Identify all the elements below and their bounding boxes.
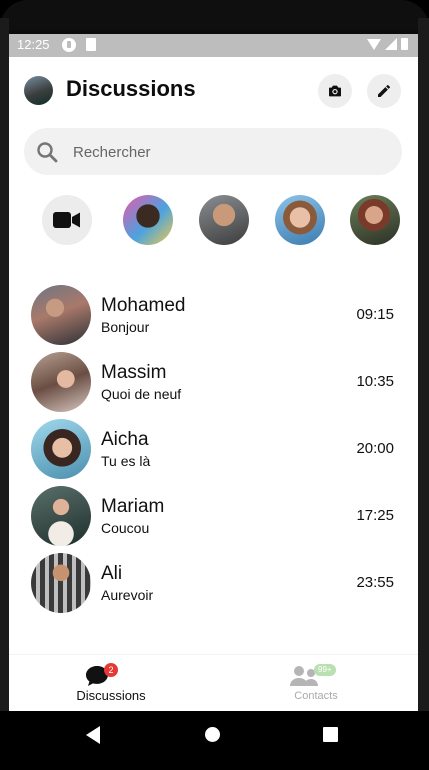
message-time: 17:25 [356, 507, 394, 524]
tab-label: Discussions [76, 688, 146, 703]
back-icon[interactable] [86, 726, 100, 744]
conversation-row[interactable]: Ali Aurevoir 23:55 [9, 550, 418, 614]
home-icon[interactable] [205, 727, 220, 742]
conversation-row[interactable]: Mariam Coucou 17:25 [9, 483, 418, 547]
contact-avatar [31, 352, 91, 412]
contact-avatar [31, 419, 91, 479]
contacts-badge: 99+ [314, 664, 336, 676]
message-time: 20:00 [356, 440, 394, 457]
message-time: 10:35 [356, 373, 394, 390]
status-time: 12:25 [17, 37, 50, 52]
last-message: Aurevoir [101, 587, 154, 603]
contact-name: Mariam [101, 496, 165, 517]
contact-avatar [31, 486, 91, 546]
recent-apps-icon[interactable] [323, 727, 338, 742]
contact-name: Ali [101, 563, 123, 584]
conversation-row[interactable]: Massim Quoi de neuf 10:35 [9, 349, 418, 413]
video-camera-icon [53, 212, 80, 228]
sd-card-icon [86, 38, 96, 51]
page-title: Discussions [66, 76, 196, 101]
last-message: Bonjour [101, 319, 150, 335]
last-message: Coucou [101, 520, 150, 536]
last-message: Quoi de neuf [101, 386, 182, 402]
system-navigation-bar [0, 711, 429, 770]
camera-button[interactable] [318, 74, 352, 108]
video-call-button[interactable] [42, 195, 92, 245]
status-bar: 12:25 [9, 34, 418, 57]
conversation-row[interactable]: Aicha Tu es là 20:00 [9, 416, 418, 480]
bottom-navigation: 2 Discussions 99+ Contacts [9, 654, 418, 712]
search-bar[interactable] [24, 128, 402, 175]
stories-row [9, 195, 418, 247]
unread-badge: 2 [104, 663, 118, 677]
message-time: 09:15 [356, 306, 394, 323]
signal-icon [385, 38, 397, 50]
phone-edge-left [0, 18, 9, 770]
contact-name: Massim [101, 362, 167, 383]
contact-name: Mohamed [101, 295, 186, 316]
profile-avatar[interactable] [24, 76, 53, 105]
conversation-row[interactable]: Mohamed Bonjour 09:15 [9, 282, 418, 346]
story-avatar[interactable] [199, 195, 249, 245]
battery-icon [401, 38, 408, 50]
phone-edge-right [418, 18, 429, 770]
search-icon [37, 142, 58, 163]
story-avatar[interactable] [350, 195, 400, 245]
app-screen: Discussions Rechercher Mohamed Bonjour 0… [9, 57, 418, 712]
notification-icon [62, 38, 76, 52]
wifi-icon [367, 38, 381, 50]
tab-contacts[interactable]: 99+ Contacts [214, 655, 418, 712]
contact-avatar [31, 285, 91, 345]
contact-name: Aicha [101, 429, 149, 450]
camera-icon [329, 85, 341, 97]
story-avatar[interactable] [123, 195, 173, 245]
message-time: 23:55 [356, 574, 394, 591]
compose-button[interactable] [367, 74, 401, 108]
tab-label: Contacts [294, 690, 338, 702]
contact-avatar [31, 553, 91, 613]
pencil-icon [378, 85, 390, 97]
tab-discussions[interactable]: 2 Discussions [9, 655, 213, 712]
search-input[interactable] [71, 140, 375, 164]
last-message: Tu es là [101, 453, 151, 469]
story-avatar[interactable] [275, 195, 325, 245]
